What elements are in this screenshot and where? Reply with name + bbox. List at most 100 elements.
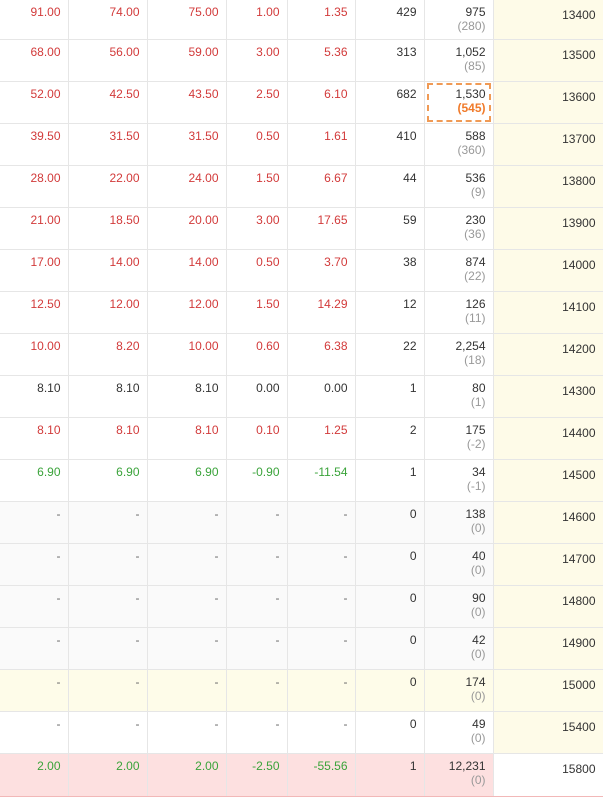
high-price-cell: 14.00	[147, 249, 227, 292]
low-price-cell-value: -	[135, 674, 140, 689]
last-price-cell: 68.00	[0, 39, 69, 82]
change-percent-cell-value: 1.61	[324, 128, 348, 143]
change-percent-cell-value: -55.56	[313, 758, 348, 773]
strike-price-value: 14600	[562, 509, 596, 524]
volume-value: 0	[409, 548, 417, 563]
last-price-cell-value: 2.00	[37, 758, 61, 773]
low-price-cell-value: 74.00	[109, 5, 140, 19]
option-chain-body: 91.00 74.00 75.00 1.00 1.35 429 975 (280) 13400 6…	[0, 0, 603, 797]
table-row[interactable]: 8.10 8.10 8.10 0.10 1.25 2 175 (-2) 14400	[0, 417, 603, 460]
change-cell: 0.00	[226, 375, 288, 418]
change-percent-cell: -11.54	[287, 459, 356, 502]
table-row[interactable]: 21.00 18.50 20.00 3.00 17.65 59 230 (36) 13900	[0, 207, 603, 250]
change-percent-cell: 6.38	[287, 333, 356, 376]
table-row[interactable]: 12.50 12.00 12.00 1.50 14.29 12 126 (11) 14100	[0, 291, 603, 334]
open-interest-change: (0)	[470, 730, 486, 745]
volume-cell: 313	[355, 39, 425, 82]
table-row[interactable]: - - - - - 0 42 (0) 14900	[0, 627, 603, 670]
last-price-cell-value: 68.00	[30, 44, 61, 59]
last-price-cell-value: -	[56, 674, 61, 689]
low-price-cell: 42.50	[68, 81, 148, 124]
volume-cell: 0	[355, 627, 425, 670]
open-interest-change: (0)	[470, 688, 486, 703]
volume-value: 429	[396, 5, 417, 19]
low-price-cell: 18.50	[68, 207, 148, 250]
strike-price-cell: 14100	[492, 291, 603, 334]
table-row[interactable]: - - - - - 0 138 (0) 14600	[0, 501, 603, 544]
volume-cell: 0	[355, 585, 425, 628]
table-row[interactable]: - - - - - 0 90 (0) 14800	[0, 585, 603, 628]
change-cell: 1.00	[226, 0, 288, 40]
high-price-cell-value: 8.10	[195, 422, 219, 437]
high-price-cell: 6.90	[147, 459, 227, 502]
last-price-cell: -	[0, 627, 69, 670]
strike-price-value: 15000	[562, 677, 596, 692]
table-row[interactable]: 68.00 56.00 59.00 3.00 5.36 313 1,052 (85) 13500	[0, 39, 603, 82]
high-price-cell-value: -	[214, 548, 219, 563]
open-interest-cell[interactable]: 1,530 (545)	[424, 81, 494, 124]
low-price-cell: -	[68, 711, 148, 754]
low-price-cell-value: -	[135, 590, 140, 605]
open-interest-value: 975	[465, 5, 486, 19]
change-cell-value: -	[275, 548, 280, 563]
table-row[interactable]: 28.00 22.00 24.00 1.50 6.67 44 536 (9) 13800	[0, 165, 603, 208]
table-row[interactable]: - - - - - 0 49 (0) 15400	[0, 711, 603, 754]
change-percent-cell-value: -11.54	[314, 464, 348, 479]
change-percent-cell: -	[287, 543, 356, 586]
table-row[interactable]: - - - - - 0 174 (0) 15000	[0, 669, 603, 712]
table-row[interactable]: - - - - - 0 40 (0) 14700	[0, 543, 603, 586]
table-row[interactable]: 17.00 14.00 14.00 0.50 3.70 38 874 (22) 14000	[0, 249, 603, 292]
low-price-cell: 8.20	[68, 333, 148, 376]
high-price-cell-value: 2.00	[195, 758, 219, 773]
volume-value: 0	[409, 716, 417, 731]
table-row[interactable]: 10.00 8.20 10.00 0.60 6.38 22 2,254 (18) 14200	[0, 333, 603, 376]
open-interest-change: (545)	[457, 100, 486, 115]
table-row[interactable]: 2.00 2.00 2.00 -2.50 -55.56 1 12,231 (0) 15800	[0, 753, 603, 797]
volume-cell: 2	[355, 417, 425, 460]
open-interest-cell: 874 (22)	[424, 249, 494, 292]
last-price-cell-value: 8.10	[37, 422, 61, 437]
open-interest-value: 175	[465, 422, 486, 437]
open-interest-cell: 42 (0)	[424, 627, 494, 670]
high-price-cell-value: 24.00	[188, 170, 219, 185]
table-row[interactable]: 6.90 6.90 6.90 -0.90 -11.54 1 34 (-1) 14500	[0, 459, 603, 502]
table-row[interactable]: 8.10 8.10 8.10 0.00 0.00 1 80 (1) 14300	[0, 375, 603, 418]
low-price-cell-value: 6.90	[116, 464, 140, 479]
table-row[interactable]: 91.00 74.00 75.00 1.00 1.35 429 975 (280) 13400	[0, 0, 603, 40]
change-percent-cell-value: -	[343, 548, 348, 563]
option-chain-table: 91.00 74.00 75.00 1.00 1.35 429 975 (280) 13400 6…	[0, 0, 603, 797]
change-percent-cell-value: 1.25	[324, 422, 348, 437]
low-price-cell: 74.00	[68, 0, 148, 40]
table-row[interactable]: 39.50 31.50 31.50 0.50 1.61 410 588 (360) 13700	[0, 123, 603, 166]
high-price-cell: -	[147, 501, 227, 544]
last-price-cell-value: 12.50	[30, 296, 61, 311]
open-interest-cell: 90 (0)	[424, 585, 494, 628]
change-percent-cell: -55.56	[287, 753, 356, 797]
table-row[interactable]: 52.00 42.50 43.50 2.50 6.10 682 1,530 (545) 1360…	[0, 81, 603, 124]
change-cell-value: 0.10	[256, 422, 280, 437]
strike-price-cell: 14200	[492, 333, 603, 376]
change-cell: 1.50	[226, 291, 288, 334]
last-price-cell-value: 21.00	[30, 212, 61, 227]
last-price-cell: -	[0, 585, 69, 628]
volume-cell: 410	[355, 123, 425, 166]
open-interest-value: 40	[472, 548, 486, 563]
volume-value: 1	[409, 380, 417, 395]
last-price-cell-value: 17.00	[30, 254, 61, 269]
strike-price-value: 15400	[562, 719, 596, 734]
change-cell-value: 3.00	[256, 44, 280, 59]
strike-price-value: 14900	[562, 635, 596, 650]
open-interest-value: 126	[465, 296, 486, 311]
change-percent-cell: 6.67	[287, 165, 356, 208]
open-interest-cell: 34 (-1)	[424, 459, 494, 502]
change-cell-value: 1.00	[256, 5, 280, 19]
change-cell-value: 0.50	[256, 128, 280, 143]
volume-value: 22	[403, 338, 417, 353]
change-cell: -	[226, 627, 288, 670]
volume-cell: 12	[355, 291, 425, 334]
open-interest-cell: 536 (9)	[424, 165, 494, 208]
change-cell-value: 1.50	[256, 296, 280, 311]
strike-price-cell: 13400	[492, 0, 603, 40]
last-price-cell: 10.00	[0, 333, 69, 376]
strike-price-cell: 15800	[492, 753, 603, 797]
